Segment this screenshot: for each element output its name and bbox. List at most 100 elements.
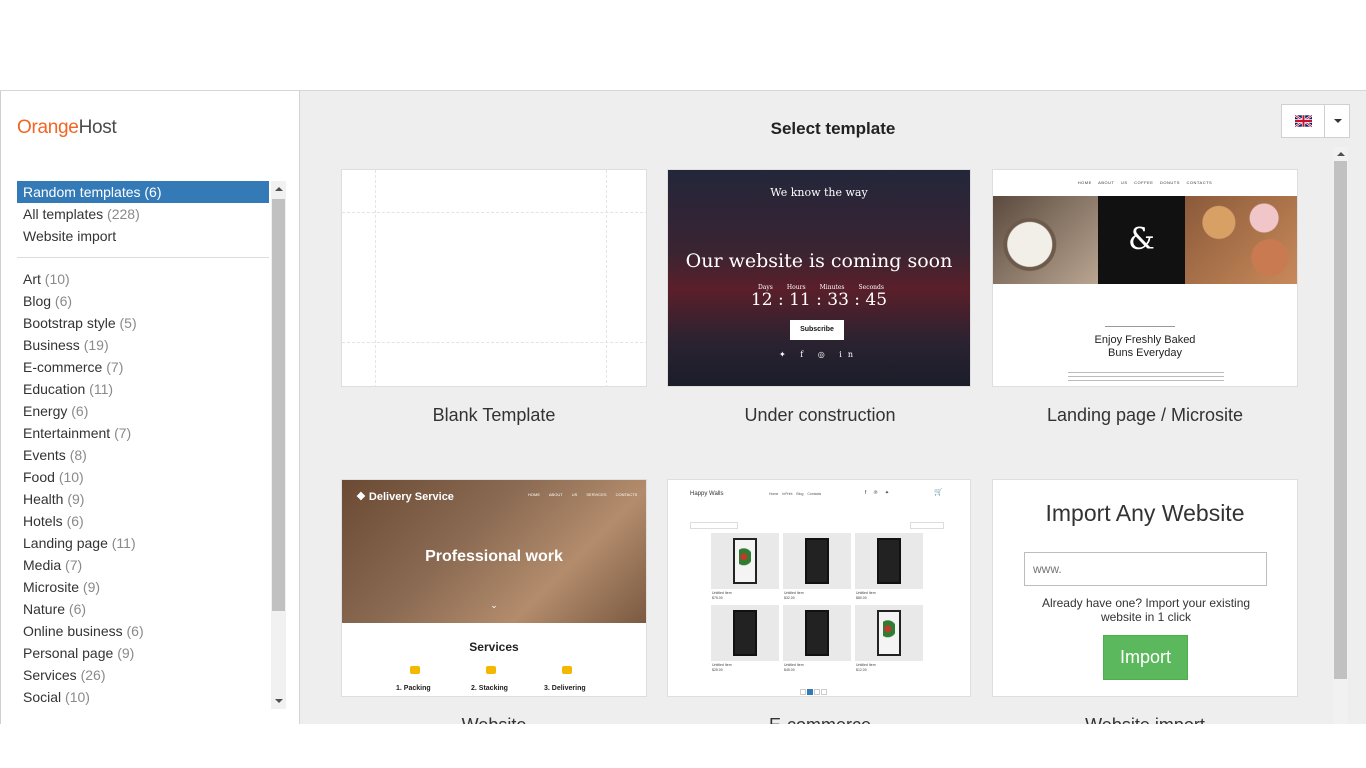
sidebar-item-label: Media bbox=[23, 557, 62, 573]
chevron-down-icon[interactable] bbox=[1334, 119, 1342, 123]
template-label-website[interactable]: Website bbox=[341, 715, 647, 724]
sidebar-item-count: (8) bbox=[69, 447, 87, 463]
template-card-website[interactable]: ❖ Delivery Service HOME ABOUT US SERVICE… bbox=[341, 479, 647, 697]
countdown: 12 : 11 : 33 : 45 bbox=[750, 290, 888, 310]
template-card-website-import: Import Any Website Already have one? Imp… bbox=[992, 479, 1298, 697]
packing-icon bbox=[410, 666, 420, 674]
sidebar-item-online-business[interactable]: Online business (6) bbox=[17, 620, 269, 642]
sidebar-item-social[interactable]: Social (10) bbox=[17, 686, 269, 708]
preview-brand: Happy Walls bbox=[690, 491, 724, 497]
scrollbar-thumb[interactable] bbox=[272, 199, 285, 611]
coffee-image bbox=[993, 196, 1098, 284]
sidebar-item-label: Social bbox=[23, 689, 62, 705]
template-card-landing-page[interactable]: HOME ABOUT US COFFEE DONUTS CONTACTS & E… bbox=[992, 169, 1298, 387]
template-card-under-construction[interactable]: We know the way Our website is coming so… bbox=[667, 169, 971, 387]
template-label-ecommerce[interactable]: E-commerce bbox=[667, 715, 973, 724]
stacking-icon bbox=[486, 666, 496, 674]
preview-nav: Home InPrint Blog Contacts bbox=[769, 492, 822, 496]
template-label-landing-page[interactable]: Landing page / Microsite bbox=[992, 405, 1298, 426]
preview-nav: HOME ABOUT US SERVICES CONTACTS bbox=[528, 492, 638, 497]
main-scrollbar[interactable] bbox=[1333, 147, 1348, 724]
sidebar-item-microsite[interactable]: Microsite (9) bbox=[17, 576, 269, 598]
preview-heading: Enjoy Freshly Baked Buns Everyday bbox=[1094, 334, 1196, 359]
product-caption: Untitled Item $25.00 bbox=[712, 663, 732, 672]
guide-line bbox=[342, 212, 646, 213]
sidebar-item-website-import[interactable]: Website import bbox=[17, 225, 269, 247]
sidebar-item-media[interactable]: Media (7) bbox=[17, 554, 269, 576]
sidebar-item-bootstrap-style[interactable]: Bootstrap style (5) bbox=[17, 312, 269, 334]
template-card-blank[interactable] bbox=[341, 169, 647, 387]
sidebar-item-business[interactable]: Business (19) bbox=[17, 334, 269, 356]
sidebar-item-label: Health bbox=[23, 491, 64, 507]
app-window: OrangeHost Random templates (6) All temp… bbox=[0, 90, 1366, 724]
preview-body-text bbox=[1068, 372, 1224, 384]
preview-services-title: Services bbox=[469, 640, 519, 654]
sidebar-item-energy[interactable]: Energy (6) bbox=[17, 400, 269, 422]
product-image bbox=[711, 605, 779, 661]
sidebar-item-count: (6) bbox=[126, 623, 144, 639]
template-gallery: Select template Blank Template We know t… bbox=[300, 91, 1366, 724]
sidebar-item-label: Microsite bbox=[23, 579, 80, 595]
sidebar-item-hotels[interactable]: Hotels (6) bbox=[17, 510, 269, 532]
sidebar-item-random-templates[interactable]: Random templates (6) bbox=[17, 181, 269, 203]
sidebar-item-food[interactable]: Food (10) bbox=[17, 466, 269, 488]
divider bbox=[17, 257, 269, 258]
sidebar-item-count: (9) bbox=[117, 645, 135, 661]
template-label-blank[interactable]: Blank Template bbox=[341, 405, 647, 426]
sidebar-item-blog[interactable]: Blog (6) bbox=[17, 290, 269, 312]
sidebar-item-label: Bootstrap style bbox=[23, 315, 116, 331]
template-card-ecommerce[interactable]: Happy Walls Home InPrint Blog Contacts f… bbox=[667, 479, 971, 697]
sort-select bbox=[910, 522, 944, 529]
scrollbar-thumb[interactable] bbox=[1334, 161, 1347, 679]
template-label-under-construction[interactable]: Under construction bbox=[667, 405, 973, 426]
sidebar-item-label: Hotels bbox=[23, 513, 63, 529]
sidebar-item-label: Nature bbox=[23, 601, 66, 617]
sidebar-item-count: (6) bbox=[71, 403, 89, 419]
uk-flag-icon bbox=[1295, 115, 1312, 127]
category-select bbox=[690, 522, 738, 529]
product-caption: Untitled Item $45.00 bbox=[784, 663, 804, 672]
sidebar-scrollbar[interactable] bbox=[271, 181, 286, 709]
sidebar-item-education[interactable]: Education (11) bbox=[17, 378, 269, 400]
preview-ampersand: & bbox=[1098, 196, 1185, 284]
sidebar-item-art[interactable]: Art (10) bbox=[17, 268, 269, 290]
import-button[interactable]: Import bbox=[1103, 635, 1188, 680]
website-url-input[interactable] bbox=[1024, 552, 1267, 586]
guide-line bbox=[606, 170, 607, 386]
delivery-truck-icon bbox=[562, 666, 572, 674]
sidebar-item-nature[interactable]: Nature (6) bbox=[17, 598, 269, 620]
divider bbox=[1105, 326, 1175, 327]
category-items: Art (10) Blog (6) Bootstrap style (5) Busin… bbox=[17, 268, 269, 708]
category-list: Random templates (6) All templates (228)… bbox=[17, 181, 269, 709]
sidebar-item-personal-page[interactable]: Personal page (9) bbox=[17, 642, 269, 664]
preview-heading: Our website is coming soon bbox=[685, 250, 953, 272]
sidebar-item-count: (10) bbox=[65, 689, 90, 705]
sidebar-item-entertainment[interactable]: Entertainment (7) bbox=[17, 422, 269, 444]
sidebar-item-e-commerce[interactable]: E-commerce (7) bbox=[17, 356, 269, 378]
sidebar-item-label: Blog bbox=[23, 293, 52, 309]
orangehost-logo[interactable]: OrangeHost bbox=[17, 117, 117, 139]
sidebar-item-label: E-commerce bbox=[23, 359, 103, 375]
service-label: 3. Delivering bbox=[544, 685, 586, 692]
language-selector[interactable] bbox=[1281, 104, 1350, 138]
scroll-up-arrow-icon[interactable] bbox=[274, 187, 283, 191]
sidebar-item-health[interactable]: Health (9) bbox=[17, 488, 269, 510]
sidebar-item-label: Business bbox=[23, 337, 80, 353]
sidebar-item-label: Services bbox=[23, 667, 77, 683]
pagination bbox=[800, 682, 836, 695]
donuts-image bbox=[1185, 196, 1297, 284]
guide-line bbox=[375, 170, 376, 386]
scroll-up-arrow-icon[interactable] bbox=[1336, 152, 1345, 156]
sidebar-item-landing-page[interactable]: Landing page (11) bbox=[17, 532, 269, 554]
sidebar-item-events[interactable]: Events (8) bbox=[17, 444, 269, 466]
product-caption: Untitled Item $80.00 bbox=[856, 591, 876, 600]
sidebar-item-count: (10) bbox=[58, 469, 84, 485]
sidebar-item-all-templates[interactable]: All templates (228) bbox=[17, 203, 269, 225]
scroll-down-arrow-icon[interactable] bbox=[274, 699, 283, 703]
product-caption: Untitled Item $75.00 bbox=[712, 591, 732, 600]
service-label: 2. Stacking bbox=[471, 685, 508, 692]
sidebar-item-count: (11) bbox=[111, 535, 136, 551]
product-image bbox=[855, 605, 923, 661]
sidebar-item-services[interactable]: Services (26) bbox=[17, 664, 269, 686]
template-label-website-import[interactable]: Website import bbox=[992, 715, 1298, 724]
